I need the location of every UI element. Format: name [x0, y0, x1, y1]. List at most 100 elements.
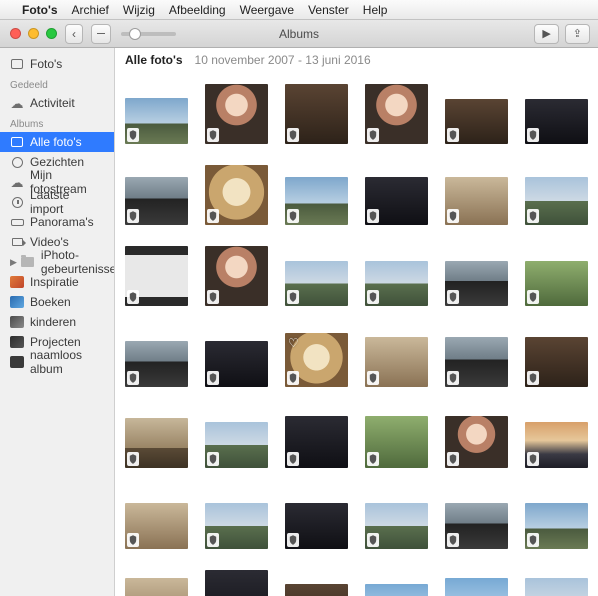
window-maximize-button[interactable]	[46, 28, 57, 39]
zoom-slider-knob[interactable]	[129, 28, 141, 40]
photo-thumbnail[interactable]	[125, 404, 188, 468]
referenced-file-badge-icon	[447, 290, 459, 304]
photo-thumbnail[interactable]	[525, 242, 588, 306]
zoom-out-button[interactable]	[91, 24, 111, 44]
photo-image	[525, 261, 588, 306]
album-title: Alle foto's	[125, 53, 183, 67]
photo-thumbnail[interactable]	[365, 242, 428, 306]
photo-thumbnail[interactable]	[365, 161, 428, 225]
photo-image	[125, 578, 188, 596]
photo-thumbnail[interactable]	[125, 80, 188, 144]
clock-icon	[10, 195, 24, 209]
photo-thumbnail[interactable]	[205, 242, 268, 306]
photo-image	[125, 177, 188, 225]
menu-afbeelding[interactable]: Afbeelding	[169, 3, 226, 17]
photo-thumbnail[interactable]	[525, 566, 588, 596]
photo-thumbnail[interactable]	[205, 161, 268, 225]
sidebar-item-album[interactable]: kinderen	[0, 312, 114, 332]
referenced-file-badge-icon	[447, 128, 459, 142]
photo-thumbnail[interactable]	[125, 242, 188, 306]
menu-weergave[interactable]: Weergave	[240, 3, 294, 17]
sidebar-item-album[interactable]: naamloos album	[0, 352, 114, 372]
photo-thumbnail[interactable]	[445, 485, 508, 549]
window-title: Albums	[279, 27, 319, 41]
photo-image	[525, 177, 588, 225]
window-close-button[interactable]	[10, 28, 21, 39]
sidebar-item-label: Boeken	[30, 295, 71, 309]
referenced-file-badge-icon	[287, 209, 299, 223]
sidebar-item-label: kinderen	[30, 315, 76, 329]
photo-image	[365, 261, 428, 306]
disclosure-triangle-icon[interactable]: ▶	[10, 257, 17, 268]
photo-thumbnail[interactable]	[365, 566, 428, 596]
pano-icon	[10, 215, 24, 229]
photo-thumbnail[interactable]	[525, 404, 588, 468]
photo-thumbnail[interactable]	[285, 242, 348, 306]
photo-thumbnail[interactable]	[285, 404, 348, 468]
sidebar-item-album[interactable]: Boeken	[0, 292, 114, 312]
photo-thumbnail[interactable]	[445, 323, 508, 387]
photos-icon	[10, 57, 24, 71]
photo-thumbnail[interactable]	[125, 323, 188, 387]
photo-thumbnail[interactable]	[445, 566, 508, 596]
photo-thumbnail[interactable]	[525, 323, 588, 387]
photo-thumbnail[interactable]	[525, 80, 588, 144]
photo-image	[365, 337, 428, 387]
menu-app[interactable]: Foto's	[22, 3, 58, 17]
photo-image	[445, 99, 508, 144]
menu-archief[interactable]: Archief	[72, 3, 109, 17]
referenced-file-badge-icon	[367, 209, 379, 223]
menu-help[interactable]: Help	[363, 3, 388, 17]
menu-wijzig[interactable]: Wijzig	[123, 3, 155, 17]
sidebar-item-label: Laatste import	[30, 188, 104, 216]
referenced-file-badge-icon	[447, 371, 459, 385]
photo-thumbnail[interactable]	[525, 161, 588, 225]
photo-thumbnail[interactable]	[445, 404, 508, 468]
sidebar-item-activity[interactable]: Activiteit	[0, 93, 114, 113]
minus-icon	[97, 33, 105, 35]
sidebar-item-album[interactable]: ▶iPhoto-gebeurtenissen	[0, 252, 114, 272]
referenced-file-badge-icon	[527, 371, 539, 385]
photo-thumbnail[interactable]	[205, 80, 268, 144]
referenced-file-badge-icon	[447, 533, 459, 547]
photo-thumbnail[interactable]	[205, 323, 268, 387]
photo-thumbnail[interactable]	[365, 485, 428, 549]
photo-thumbnail[interactable]	[285, 485, 348, 549]
referenced-file-badge-icon	[127, 452, 139, 466]
photo-thumbnail[interactable]	[125, 566, 188, 596]
photo-thumbnail[interactable]	[125, 161, 188, 225]
photo-thumbnail[interactable]	[125, 485, 188, 549]
photo-thumbnail[interactable]	[205, 404, 268, 468]
sidebar-item-album[interactable]: Alle foto's	[0, 132, 114, 152]
photo-image	[125, 503, 188, 549]
photo-image	[285, 261, 348, 306]
photo-thumbnail[interactable]	[445, 80, 508, 144]
window-minimize-button[interactable]	[28, 28, 39, 39]
photo-thumbnail[interactable]	[285, 566, 348, 596]
sidebar-item-label: Projecten	[30, 335, 81, 349]
photo-thumbnail[interactable]	[445, 161, 508, 225]
main: Foto's Gedeeld Activiteit Albums Alle fo…	[0, 48, 598, 596]
photo-thumbnail[interactable]	[205, 566, 268, 596]
photo-grid-scroll[interactable]: ♡	[115, 72, 598, 596]
sidebar-item-label: iPhoto-gebeurtenissen	[41, 248, 115, 276]
sidebar-item-album[interactable]: Laatste import	[0, 192, 114, 212]
photo-thumbnail[interactable]	[285, 80, 348, 144]
sidebar-item-photos[interactable]: Foto's	[0, 54, 114, 74]
sidebar-item-label: Foto's	[30, 57, 62, 71]
share-button[interactable]: ⇪	[565, 24, 590, 44]
photo-thumbnail[interactable]	[525, 485, 588, 549]
sidebar-item-label: Activiteit	[30, 96, 75, 110]
photo-thumbnail[interactable]	[365, 323, 428, 387]
referenced-file-badge-icon	[207, 533, 219, 547]
menu-venster[interactable]: Venster	[308, 3, 349, 17]
photo-thumbnail[interactable]: ♡	[285, 323, 348, 387]
photo-thumbnail[interactable]	[445, 242, 508, 306]
back-button[interactable]: ‹	[65, 24, 83, 44]
photo-thumbnail[interactable]	[365, 80, 428, 144]
photo-thumbnail[interactable]	[205, 485, 268, 549]
photo-thumbnail[interactable]	[365, 404, 428, 468]
photo-thumbnail[interactable]	[285, 161, 348, 225]
zoom-slider[interactable]	[121, 32, 176, 36]
slideshow-button[interactable]: ▶	[534, 24, 558, 44]
